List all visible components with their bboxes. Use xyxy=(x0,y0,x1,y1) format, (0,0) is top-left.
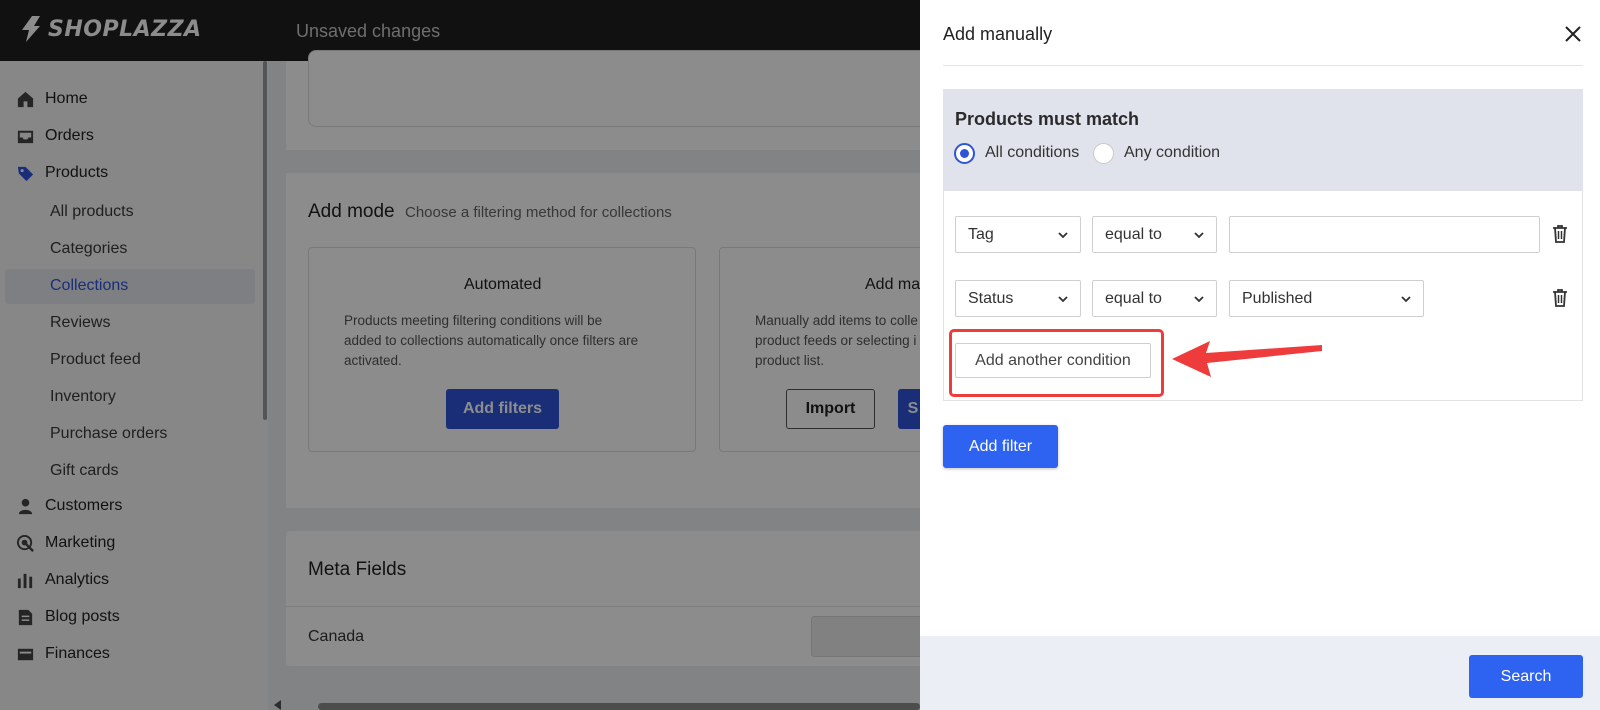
chevron-down-icon xyxy=(1058,296,1068,303)
match-conditions-panel xyxy=(943,89,1583,191)
condition-operator-select[interactable]: equal to xyxy=(1092,280,1217,317)
condition-field-select[interactable]: Tag xyxy=(955,216,1081,253)
select-value: Tag xyxy=(968,226,994,243)
trash-icon[interactable] xyxy=(1549,287,1571,309)
annotation-highlight-box xyxy=(949,329,1164,397)
annotation-arrow-icon xyxy=(1172,341,1322,377)
add-filter-button[interactable]: Add filter xyxy=(943,425,1058,468)
chevron-down-icon xyxy=(1194,232,1204,239)
select-value: Status xyxy=(968,290,1014,307)
radio-any-condition[interactable] xyxy=(1093,143,1114,164)
chevron-down-icon xyxy=(1058,232,1068,239)
divider xyxy=(943,65,1583,66)
close-icon[interactable] xyxy=(1561,22,1585,46)
chevron-down-icon xyxy=(1194,296,1204,303)
condition-field-select[interactable]: Status xyxy=(955,280,1081,317)
match-title: Products must match xyxy=(955,109,1140,129)
modal-backdrop[interactable] xyxy=(0,0,920,710)
select-value: Published xyxy=(1242,290,1313,307)
chevron-down-icon xyxy=(1401,296,1411,303)
select-value: equal to xyxy=(1105,226,1162,243)
radio-all-conditions[interactable] xyxy=(954,143,975,164)
trash-icon[interactable] xyxy=(1549,223,1571,245)
condition-operator-select[interactable]: equal to xyxy=(1092,216,1217,253)
search-button[interactable]: Search xyxy=(1469,655,1583,698)
drawer-title: Add manually xyxy=(943,24,1053,44)
radio-label-any-condition[interactable]: Any condition xyxy=(1124,144,1220,162)
select-value: equal to xyxy=(1105,290,1162,307)
condition-value-select[interactable]: Published xyxy=(1229,280,1424,317)
radio-label-all-conditions[interactable]: All conditions xyxy=(985,144,1079,162)
condition-value-input[interactable] xyxy=(1229,216,1540,253)
